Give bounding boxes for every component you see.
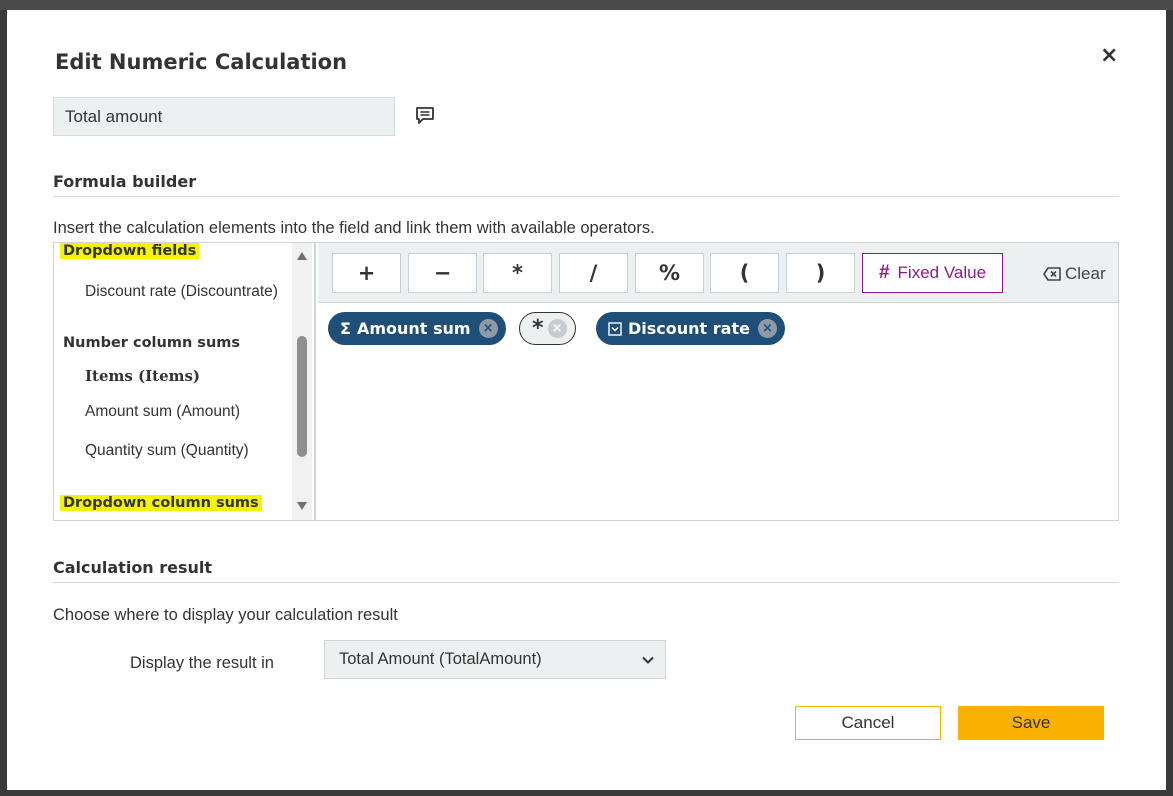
edit-calculation-dialog: Edit Numeric Calculation × Formula build… bbox=[7, 10, 1166, 790]
scroll-down-icon[interactable] bbox=[297, 502, 307, 510]
formula-chip-multiply[interactable]: * × bbox=[519, 312, 576, 345]
subgroup-items: Items (Items) bbox=[85, 367, 201, 385]
cancel-button[interactable]: Cancel bbox=[795, 706, 941, 740]
dropdown-field-icon bbox=[608, 321, 622, 336]
formula-builder-heading: Formula builder bbox=[53, 172, 197, 191]
remove-chip-icon[interactable]: × bbox=[547, 319, 567, 338]
group-dropdown-column-sums: Dropdown column sums bbox=[60, 495, 262, 511]
operator-multiply-button[interactable]: * bbox=[483, 253, 552, 293]
clear-label: Clear bbox=[1065, 264, 1106, 283]
save-button[interactable]: Save bbox=[958, 706, 1104, 740]
remove-chip-icon[interactable]: × bbox=[757, 319, 777, 338]
section-divider bbox=[53, 582, 1119, 583]
operator-minus-button[interactable]: − bbox=[408, 253, 477, 293]
operator-toolbar: + − * / % ( ) # Fixed Value Clear bbox=[318, 243, 1118, 303]
fixed-value-label: Fixed Value bbox=[897, 263, 987, 282]
formula-chip-amount-sum[interactable]: Σ Amount sum × bbox=[328, 312, 506, 345]
selected-value: Total Amount (TotalAmount) bbox=[339, 650, 542, 668]
group-dropdown-fields: Dropdown fields bbox=[60, 243, 200, 259]
sigma-icon: Σ bbox=[340, 319, 351, 338]
close-icon[interactable]: × bbox=[1100, 45, 1118, 67]
formula-builder-description: Insert the calculation elements into the… bbox=[53, 219, 655, 237]
backspace-icon bbox=[1043, 267, 1061, 281]
chip-label: * bbox=[532, 316, 544, 341]
calculation-name-input[interactable] bbox=[53, 97, 395, 136]
calculation-result-description: Choose where to display your calculation… bbox=[53, 606, 398, 624]
formula-editor: + − * / % ( ) # Fixed Value Clear Σ Amou… bbox=[318, 243, 1118, 520]
dialog-title: Edit Numeric Calculation bbox=[55, 50, 348, 74]
display-result-label: Display the result in bbox=[130, 654, 274, 672]
formula-builder-panel: Dropdown fields Discount rate (Discountr… bbox=[53, 242, 1119, 521]
clear-button[interactable]: Clear bbox=[1043, 261, 1106, 287]
comment-icon[interactable] bbox=[415, 106, 435, 126]
operator-percent-button[interactable]: % bbox=[635, 253, 704, 293]
fixed-value-button[interactable]: # Fixed Value bbox=[862, 253, 1003, 293]
chevron-down-icon bbox=[642, 656, 654, 664]
scroll-up-icon[interactable] bbox=[297, 252, 307, 260]
list-item-amount-sum[interactable]: Amount sum (Amount) bbox=[85, 403, 240, 421]
result-field-select[interactable]: Total Amount (TotalAmount) bbox=[324, 640, 666, 679]
formula-field[interactable]: Σ Amount sum × * × Discount rate × bbox=[318, 304, 1118, 520]
list-item-discount-rate[interactable]: Discount rate (Discountrate) bbox=[85, 283, 278, 301]
elements-list: Dropdown fields Discount rate (Discountr… bbox=[54, 243, 316, 520]
chip-label: Amount sum bbox=[356, 319, 471, 338]
page-backdrop bbox=[0, 0, 1173, 10]
operator-plus-button[interactable]: + bbox=[332, 253, 401, 293]
operator-open-paren-button[interactable]: ( bbox=[710, 253, 779, 293]
operator-divide-button[interactable]: / bbox=[559, 253, 628, 293]
scrollbar-thumb[interactable] bbox=[297, 336, 307, 457]
remove-chip-icon[interactable]: × bbox=[478, 319, 498, 338]
formula-chip-discount-rate[interactable]: Discount rate × bbox=[596, 312, 785, 345]
section-divider bbox=[53, 196, 1119, 197]
list-item-quantity-sum[interactable]: Quantity sum (Quantity) bbox=[85, 442, 249, 460]
group-number-column-sums: Number column sums bbox=[63, 335, 241, 351]
operator-close-paren-button[interactable]: ) bbox=[786, 253, 855, 293]
hash-icon: # bbox=[878, 262, 890, 283]
chip-label: Discount rate bbox=[628, 319, 750, 338]
calculation-result-heading: Calculation result bbox=[53, 558, 213, 577]
list-scrollbar[interactable] bbox=[292, 243, 312, 520]
